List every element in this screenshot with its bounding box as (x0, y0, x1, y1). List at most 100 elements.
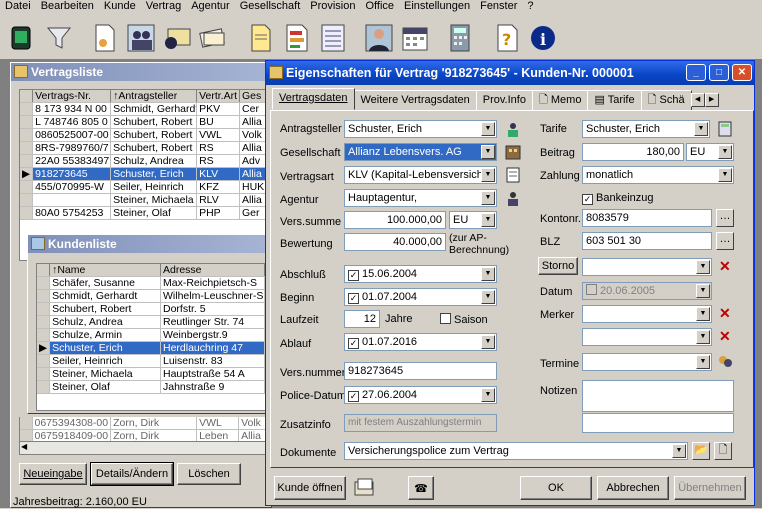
vertragsliste-table-bottom[interactable]: 0675394308-00 Zorn, Dirk VWL Volk 0675918409… (19, 417, 271, 443)
company-icon[interactable] (504, 143, 522, 164)
report-icon[interactable] (244, 20, 278, 56)
chevron-down-icon[interactable]: ▼ (481, 335, 495, 349)
chevron-down-icon[interactable]: ▼ (718, 168, 732, 182)
chevron-down-icon[interactable]: ▼ (481, 191, 495, 205)
table-row[interactable]: 22A0 55383497 Schulz, Andrea RS Adv (20, 154, 270, 168)
menu-item[interactable]: Office (361, 0, 400, 14)
blz-input[interactable]: 603 501 30 (582, 232, 712, 250)
menu-item[interactable]: Bearbeiten (36, 0, 99, 14)
termine-select[interactable]: ▼ (582, 353, 712, 371)
storno-clear-icon[interactable]: ✕ (719, 258, 731, 275)
zahlung-select[interactable]: monatlich ▼ (582, 166, 734, 184)
bankeinzug-checkbox[interactable]: ✓ Bankeinzug (582, 191, 654, 205)
agent-icon[interactable] (504, 189, 522, 210)
person-lookup-icon[interactable] (504, 120, 522, 141)
chevron-down-icon[interactable]: ▼ (481, 145, 495, 159)
chevron-down-icon[interactable]: ▼ (481, 388, 495, 402)
col-header[interactable]: ↑Antragsteller (110, 90, 198, 103)
saison-check-box[interactable] (440, 313, 451, 324)
ok-button[interactable]: OK (520, 476, 592, 500)
folder-open-icon[interactable]: 📂 (692, 442, 710, 460)
horizontal-scrollbar[interactable]: ◀ (19, 441, 271, 455)
info-icon[interactable]: i (526, 20, 560, 56)
merker-clear-icon[interactable]: ✕ (719, 328, 731, 345)
menu-item[interactable]: ? (522, 0, 538, 14)
storno-select[interactable]: ▼ (582, 258, 712, 276)
laufzeit-input[interactable]: 12 (344, 310, 380, 328)
table-row[interactable]: Schäfer, Susanne Max-Reichpietsch-S (37, 276, 265, 290)
help-icon[interactable]: ? (490, 20, 524, 56)
bankeinzug-check-box[interactable]: ✓ (582, 194, 593, 205)
table-row[interactable]: ▶ 918273645 Schuster, Erich KLV Allia (20, 167, 270, 181)
zusatzinfo-input[interactable]: mit festem Auszahlungstermin (344, 414, 497, 432)
kunde-oeffnen-button[interactable]: Kunde öffnen (274, 476, 346, 500)
abschluss-date[interactable]: ✓ 15.06.2004 ▼ (344, 265, 497, 283)
calendar-icon[interactable] (398, 20, 432, 56)
chevron-down-icon[interactable]: ▼ (694, 122, 708, 136)
police-datum-date[interactable]: ✓ 27.06.2004 ▼ (344, 386, 497, 404)
ablauf-date[interactable]: ✓ 01.07.2016 ▼ (344, 333, 497, 351)
blz-more-button[interactable]: … (716, 232, 734, 250)
table-row[interactable]: 8RS-7989760/7 Schubert, Robert RS Allia (20, 141, 270, 155)
menu-item[interactable]: Fenster (475, 0, 522, 14)
vers-summe-currency[interactable]: EU ▼ (449, 211, 497, 229)
mailing-icon[interactable] (160, 20, 194, 56)
datum-date[interactable]: 20.06.2005 ▼ (582, 282, 712, 300)
chevron-down-icon[interactable]: ▼ (481, 213, 495, 227)
chevron-down-icon[interactable]: ▼ (696, 307, 710, 321)
tab-scroll-left[interactable]: ◀ (690, 93, 705, 107)
chevron-down-icon[interactable]: ▼ (481, 168, 495, 182)
table-row[interactable]: Schulz, Andrea Reutlinger Str. 74 (37, 315, 265, 329)
chevron-down-icon[interactable]: ▼ (696, 284, 710, 298)
tab-vertragsdaten[interactable]: Vertragsdaten (272, 88, 355, 110)
menu-item[interactable]: Provision (305, 0, 360, 14)
vers-summe-input[interactable]: 100.000,00 (344, 211, 446, 229)
antragsteller-select[interactable]: Schuster, Erich ▼ (344, 120, 497, 138)
phone-button[interactable]: ☎ (408, 476, 434, 500)
tab-tarife[interactable]: ▤ Tarife (587, 90, 642, 110)
tarif-calc-icon[interactable] (716, 120, 734, 141)
kontonr-more-button[interactable]: … (716, 209, 734, 227)
terminal-icon[interactable] (4, 20, 38, 56)
calculator-icon[interactable] (444, 20, 478, 56)
beitrag-input[interactable]: 180,00 (582, 143, 684, 161)
vertragsart-select[interactable]: KLV (Kapital-Lebensversicher ▼ (344, 166, 497, 184)
tarife-select[interactable]: Schuster, Erich ▼ (582, 120, 710, 138)
menu-item[interactable]: Agentur (186, 0, 235, 14)
document-icon[interactable] (88, 20, 122, 56)
table-row[interactable]: 455/070995-W Seiler, Heinrich KFZ HUK (20, 180, 270, 194)
people-icon[interactable] (124, 20, 158, 56)
list-icon[interactable] (316, 20, 350, 56)
chevron-down-icon[interactable]: ▼ (672, 444, 686, 458)
agentur-select[interactable]: Hauptagentur, ▼ (344, 189, 497, 207)
table-row[interactable]: Schubert, Robert Dorfstr. 5 (37, 302, 265, 316)
table-row[interactable]: 80A0 5754253 Steiner, Olaf PHP Ger (20, 206, 270, 220)
neueingabe-button[interactable]: Neueingabe (19, 463, 87, 485)
menu-item[interactable]: Vertrag (141, 0, 186, 14)
merker-select-2[interactable]: ▼ (582, 328, 712, 346)
filter-icon[interactable] (42, 20, 76, 56)
vertragsart-icon[interactable] (504, 166, 522, 187)
chevron-down-icon[interactable]: ▼ (696, 260, 710, 274)
col-header[interactable]: ↑Name (49, 264, 161, 277)
kundenliste-table[interactable]: ↑Name Adresse Schäfer, Susanne Max-Reichp… (36, 263, 266, 411)
menu-item[interactable]: Datei (0, 0, 36, 14)
chevron-down-icon[interactable]: ▼ (718, 145, 732, 159)
appointment-icon[interactable] (716, 353, 734, 374)
maximize-icon[interactable]: □ (709, 64, 729, 81)
beginn-checkbox[interactable]: ✓ (348, 293, 359, 304)
merker-clear-icon[interactable]: ✕ (719, 305, 731, 322)
table-row[interactable]: Steiner, Michaela Hauptstraße 54 A (37, 367, 265, 381)
chevron-down-icon[interactable]: ▼ (481, 122, 495, 136)
notizen-textarea[interactable] (582, 380, 734, 412)
ablauf-checkbox[interactable]: ✓ (348, 338, 359, 349)
beitrag-currency[interactable]: EU ▼ (686, 143, 734, 161)
police-checkbox[interactable]: ✓ (348, 391, 359, 402)
close-icon[interactable]: ✕ (732, 64, 752, 81)
chevron-down-icon[interactable]: ▼ (696, 355, 710, 369)
table-row[interactable]: 0675394308-00 Zorn, Dirk VWL Volk (20, 417, 270, 430)
menu-item[interactable]: Kunde (99, 0, 141, 14)
table-row[interactable]: L 748746 805 0 Schubert, Robert BU Allia (20, 115, 270, 129)
menu-item[interactable]: Gesellschaft (235, 0, 306, 14)
vers-nummer-input[interactable]: 918273645 (344, 362, 497, 380)
